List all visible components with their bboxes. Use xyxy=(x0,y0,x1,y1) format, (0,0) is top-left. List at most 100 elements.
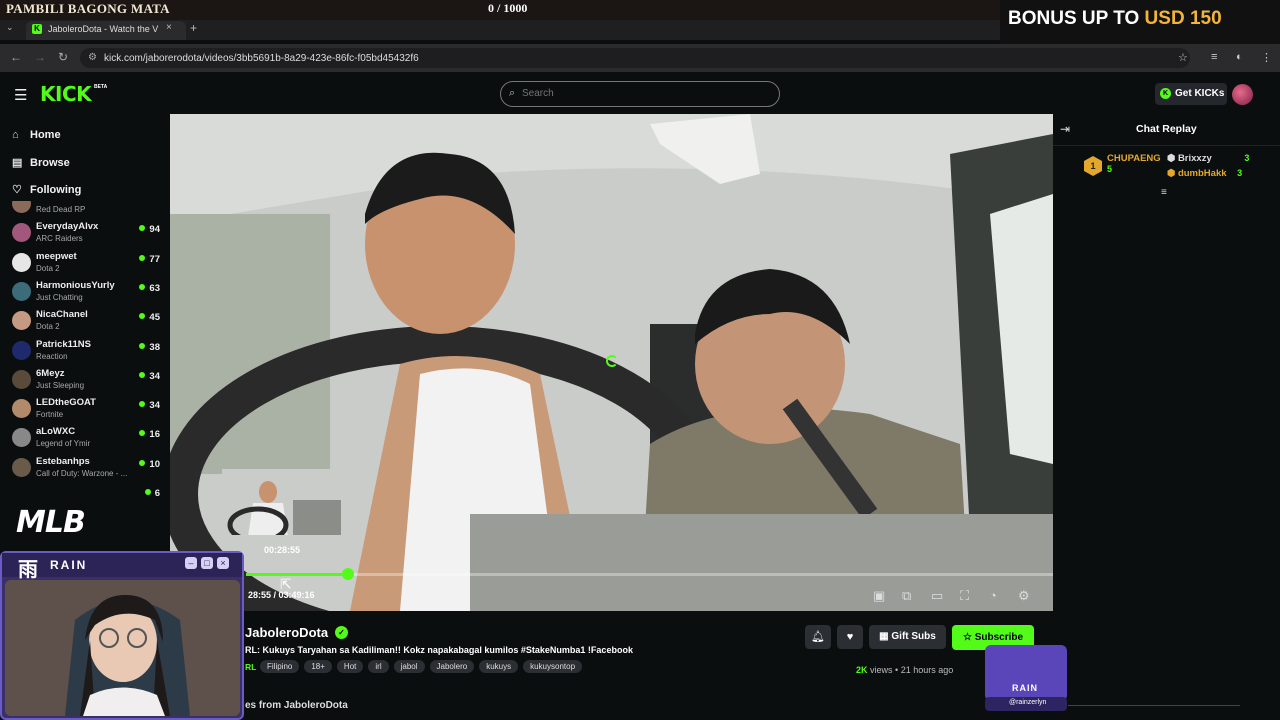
tag-chip[interactable]: Jabolero xyxy=(429,660,475,673)
sidebar-channel-item[interactable]: Estebanhps Call of Duty: Warzone - ... 10 xyxy=(12,456,162,484)
followed-channels-list: Red Dead RP EverydayAlvx ARC Raiders 94 meep… xyxy=(0,201,170,505)
channel-name: HarmoniousYurly xyxy=(36,279,115,291)
sidebar-channel-item[interactable]: aLoWXC Legend of Ymir 16 xyxy=(12,426,162,454)
gift-subs-label: Gift Subs xyxy=(891,631,936,642)
channel-name: 6Meyz xyxy=(36,367,65,379)
sidebar-channel-item[interactable]: Patrick11NS Reaction 38 xyxy=(12,339,162,367)
viewer-number: 16 xyxy=(149,429,160,441)
sidebar-channel-item[interactable]: LEDtheGOAT Fortnite 34 xyxy=(12,397,162,425)
follow-heart-button[interactable]: ♥ xyxy=(837,625,863,649)
progress-handle[interactable] xyxy=(341,568,354,580)
sidebar-channel-item[interactable]: 6Meyz Just Sleeping 34 xyxy=(12,368,162,396)
channel-game: ARC Raiders xyxy=(36,234,83,244)
channel-avatar xyxy=(12,369,31,389)
webcam-feed xyxy=(5,580,240,716)
extensions-icon[interactable]: ≡ xyxy=(1211,51,1217,63)
tag-chip[interactable]: Filipino xyxy=(260,660,300,673)
bonus-prefix: BONUS UP TO xyxy=(1008,8,1140,29)
gifter-name: CHUPAENG xyxy=(1107,153,1161,164)
gifter-badge-icon: ⬢ xyxy=(1167,168,1178,179)
sidebar-channel-item[interactable]: Red Dead RP xyxy=(12,201,162,220)
close-icon[interactable]: × xyxy=(217,557,229,569)
settings-gear-icon[interactable]: ⚙ xyxy=(1018,588,1030,604)
fullscreen-icon[interactable]: ⛶ xyxy=(960,588,969,604)
channel-avatar xyxy=(12,311,31,331)
miniplayer-icon[interactable]: ▣ xyxy=(873,588,885,604)
channel-name: aLoWXC xyxy=(36,426,76,438)
live-dot-icon xyxy=(139,254,146,261)
progress-track[interactable] xyxy=(246,573,1053,576)
live-dot-icon xyxy=(144,489,151,495)
tag-chip[interactable]: kukuysontop xyxy=(523,660,583,673)
forward-icon[interactable]: → xyxy=(34,50,46,64)
category-link[interactable]: RL xyxy=(245,662,256,672)
gifter-name: Brixxzy xyxy=(1177,153,1212,164)
search-input[interactable] xyxy=(522,88,762,99)
profile-icon[interactable]: ◐ xyxy=(1236,51,1243,63)
bonus-amount: USD 150 xyxy=(1144,8,1222,29)
kick-favicon-icon: K xyxy=(32,24,42,34)
video-title: RL: Kukuys Taryahan sa Kadiliman!! Kokz … xyxy=(245,645,633,655)
views-count: 2K xyxy=(856,665,868,675)
url-field[interactable]: kick.com/jaborerodota/videos/3bb5691b-8a… xyxy=(80,48,1190,68)
gifter-count: 3 xyxy=(1244,153,1250,163)
new-tab-button[interactable]: + xyxy=(190,21,197,35)
top-gifter-2[interactable]: ⬢ Brixxzy 3 xyxy=(1167,153,1249,164)
live-dot-icon xyxy=(139,225,146,232)
site-info-icon[interactable]: ⚙ xyxy=(88,52,97,63)
viewer-count: 45 xyxy=(139,312,160,323)
rain-badge-text: RAIN xyxy=(1012,683,1038,693)
sidebar-item-following[interactable]: ♡ Following xyxy=(12,183,81,196)
channel-name[interactable]: JaboleroDota xyxy=(245,625,328,640)
channel-game: Legend of Ymir xyxy=(36,439,91,449)
scrub-preview-thumbnail xyxy=(222,469,342,536)
browser-menu-icon[interactable]: ⋮ xyxy=(1261,51,1272,64)
minimize-icon[interactable]: – xyxy=(185,557,197,569)
hamburger-menu-icon[interactable]: ☰ xyxy=(14,86,27,104)
live-dot-icon xyxy=(139,459,146,466)
webcam-frame xyxy=(5,580,240,716)
bookmark-star-icon[interactable]: ☆ xyxy=(1178,51,1188,64)
sidebar-channel-item[interactable]: EverydayAlvx ARC Raiders 94 xyxy=(12,221,162,249)
channel-game: Dota 2 xyxy=(36,263,60,273)
viewer-number: 34 xyxy=(149,400,160,412)
live-dot-icon xyxy=(139,283,146,290)
clip-icon[interactable]: ⧉ xyxy=(902,588,911,604)
collapse-chat-icon[interactable]: ⇥ xyxy=(1060,122,1070,136)
back-icon[interactable]: ← xyxy=(10,50,22,64)
playback-speed-icon[interactable]: ◔ xyxy=(989,588,997,603)
channel-avatar xyxy=(12,223,31,243)
sidebar-channel-item[interactable]: NicaChanel Dota 2 45 xyxy=(12,309,162,337)
gift-subs-button[interactable]: ▦ Gift Subs xyxy=(869,625,946,649)
bottom-divider xyxy=(1068,705,1240,706)
expand-leaderboard-icon[interactable]: ≡ xyxy=(1161,187,1167,198)
sidebar-channel-item[interactable]: meepwet Dota 2 77 xyxy=(12,251,162,279)
tab-close-icon[interactable]: × xyxy=(166,22,172,33)
tag-chip[interactable]: Hot xyxy=(336,660,364,673)
theater-mode-icon[interactable]: ▭ xyxy=(931,588,943,604)
tag-chip[interactable]: irl xyxy=(368,660,389,673)
channel-avatar xyxy=(12,201,31,213)
notification-bell-button[interactable]: 🔔︎ xyxy=(805,625,831,649)
browser-tab[interactable]: JaboleroDota - Watch the V xyxy=(26,21,186,40)
sidebar-item-home[interactable]: ⌂ Home xyxy=(12,129,61,141)
kick-logo[interactable]: KICK xyxy=(40,82,92,106)
beta-label: BETA xyxy=(94,84,108,90)
search-icon: ⌕ xyxy=(509,87,516,99)
channel-game: Just Sleeping xyxy=(36,380,85,390)
thumbnail-frame xyxy=(223,470,341,535)
tag-chip[interactable]: jabol xyxy=(393,660,425,673)
top-gifter-1[interactable]: CHUPAENG 5 xyxy=(1107,153,1161,175)
channel-game: Red Dead RP xyxy=(36,205,86,214)
channel-name: NicaChanel xyxy=(36,309,88,321)
sidebar-channel-item[interactable]: 6 xyxy=(12,485,162,505)
sidebar-channel-item[interactable]: HarmoniousYurly Just Chatting 63 xyxy=(12,280,162,308)
tag-chip[interactable]: 18+ xyxy=(304,660,332,673)
top-gifter-3[interactable]: ⬢ dumbHakk 3 xyxy=(1167,168,1242,179)
sidebar-item-browse[interactable]: ▤ Browse xyxy=(12,156,70,169)
tab-list-icon[interactable]: ⌄ xyxy=(6,22,14,33)
maximize-icon[interactable]: □ xyxy=(201,557,213,569)
user-avatar[interactable] xyxy=(1232,84,1253,105)
reload-icon[interactable]: ↻ xyxy=(58,50,68,64)
tag-chip[interactable]: kukuys xyxy=(479,660,519,673)
